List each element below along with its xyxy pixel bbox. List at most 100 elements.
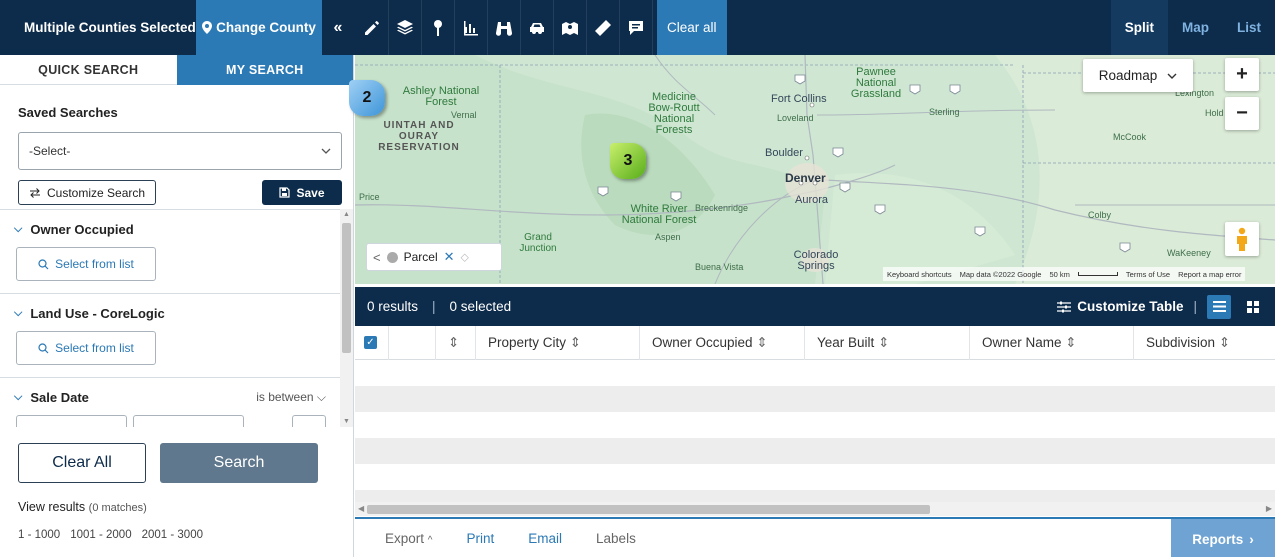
chevron-down-icon: ⌵ <box>14 391 23 403</box>
binoculars-tool-button[interactable] <box>488 0 521 55</box>
filter-scrollbar[interactable]: ▲ ▼ <box>340 209 353 427</box>
scroll-right-arrow-icon[interactable]: ▶ <box>1266 504 1272 513</box>
column-label: Year Built <box>817 335 875 350</box>
pin-tool-button[interactable] <box>422 0 455 55</box>
map-label-medicine-bow: Medicine Bow-Routt National Forests <box>648 91 700 136</box>
selected-count: 0 selected <box>449 299 512 314</box>
car-tool-button[interactable] <box>521 0 554 55</box>
sort-column-header[interactable]: ⇕ <box>436 325 476 360</box>
view-switcher: Split Map List <box>1110 0 1275 55</box>
date-to-input[interactable] <box>133 415 245 427</box>
scroll-left-arrow-icon[interactable]: ◀ <box>358 504 364 513</box>
filter-header[interactable]: ⌵ Owner Occupied <box>14 222 326 237</box>
column-header-owner-occupied[interactable]: Owner Occupied ⇕ <box>640 325 805 360</box>
ruler-tool-button[interactable] <box>587 0 620 55</box>
street-view-pegman[interactable] <box>1225 222 1259 256</box>
labels-button[interactable]: Labels <box>596 531 636 546</box>
sort-icon: ⇕ <box>448 334 460 350</box>
scroll-up-arrow-icon[interactable]: ▲ <box>343 211 350 218</box>
list-view-button[interactable] <box>1207 294 1231 319</box>
export-button[interactable]: Export ^ <box>385 531 433 546</box>
date-operator-value: is between <box>256 390 314 404</box>
reports-button[interactable]: Reports › <box>1171 519 1275 557</box>
column-header-owner-name[interactable]: Owner Name ⇕ <box>970 325 1134 360</box>
grid-view-button[interactable] <box>1241 295 1265 319</box>
reports-label: Reports <box>1192 531 1244 547</box>
range-link[interactable]: 1001 - 2000 <box>70 529 131 541</box>
filter-header[interactable]: ⌵ Sale Date is between ⌵ <box>14 390 326 405</box>
map-label-breckenridge: Breckenridge <box>695 203 749 213</box>
date-picker-button[interactable] <box>292 415 326 427</box>
view-list-button[interactable]: List <box>1223 0 1275 55</box>
change-county-label: Change County <box>216 20 316 35</box>
map-label-boulder: Boulder <box>765 147 803 159</box>
saved-searches-title: Saved Searches <box>18 105 118 120</box>
change-county-button[interactable]: Change County <box>196 0 322 55</box>
range-link[interactable]: 1 - 1000 <box>18 529 60 541</box>
column-header-year-built[interactable]: Year Built ⇕ <box>805 325 970 360</box>
select-from-list-button[interactable]: Select from list <box>16 247 156 281</box>
print-button[interactable]: Print <box>467 531 495 546</box>
customize-search-button[interactable]: Customize Search <box>18 180 157 205</box>
zoom-out-button[interactable]: − <box>1225 97 1259 130</box>
remove-layer-icon[interactable]: ✕ <box>444 249 455 265</box>
scrollbar-thumb[interactable] <box>342 223 351 353</box>
draw-tool-button[interactable] <box>356 0 389 55</box>
clear-all-tools-button[interactable]: Clear all <box>657 0 727 55</box>
date-operator-select[interactable]: is between ⌵ <box>256 390 326 405</box>
saved-search-select[interactable]: -Select- <box>18 132 342 170</box>
filter-header[interactable]: ⌵ Land Use - CoreLogic <box>14 306 326 321</box>
tab-quick-search[interactable]: QUICK SEARCH <box>0 55 177 85</box>
sort-icon: ⇕ <box>1218 334 1231 350</box>
customize-table-button[interactable]: Customize Table <box>1057 299 1183 314</box>
table-horizontal-scrollbar[interactable]: ◀ ▶ <box>355 502 1275 516</box>
range-link[interactable]: 2001 - 3000 <box>142 529 203 541</box>
clear-all-button[interactable]: Clear All <box>18 443 146 483</box>
terms-link[interactable]: Terms of Use <box>1126 270 1170 279</box>
view-map-button[interactable]: Map <box>1168 0 1223 55</box>
filter-title: Sale Date <box>30 390 89 405</box>
counties-selected-label: Multiple Counties Selected <box>0 0 196 55</box>
filter-land-use: ⌵ Land Use - CoreLogic Select from list <box>0 294 340 378</box>
email-button[interactable]: Email <box>528 531 562 546</box>
map-type-dropdown[interactable]: Roadmap <box>1083 59 1193 92</box>
save-search-button[interactable]: Save <box>262 180 342 205</box>
toolbar-divider: | <box>1193 299 1197 314</box>
chevron-left-icon[interactable]: < <box>373 250 381 265</box>
horizontal-scrollbar-thumb[interactable] <box>367 505 930 514</box>
date-range-inputs <box>14 415 326 427</box>
map-label-buena-vista: Buena Vista <box>695 262 744 272</box>
save-search-label: Save <box>296 185 325 200</box>
collapse-panel-button[interactable]: « <box>322 0 354 55</box>
tab-my-search[interactable]: MY SEARCH <box>176 55 353 85</box>
layer-dot-icon <box>386 251 398 263</box>
search-button[interactable]: Search <box>160 443 318 483</box>
scroll-down-arrow-icon[interactable]: ▼ <box>343 418 350 425</box>
layers-tool-button[interactable] <box>389 0 422 55</box>
select-from-list-label: Select from list <box>55 257 134 271</box>
map-view[interactable]: Ashley National Forest Vernal UINTAH AND… <box>355 55 1275 284</box>
pegman-icon <box>1237 227 1247 251</box>
sliders-icon <box>1057 301 1072 312</box>
date-from-input[interactable] <box>16 415 128 427</box>
zoom-in-button[interactable]: + <box>1225 58 1259 91</box>
map-label-aspen: Aspen <box>655 232 681 242</box>
view-split-button[interactable]: Split <box>1110 0 1168 55</box>
comment-tool-button[interactable] <box>620 0 653 55</box>
select-from-list-button[interactable]: Select from list <box>16 331 156 365</box>
scale-bar <box>1077 272 1118 276</box>
select-all-checkbox[interactable]: ✓ <box>364 336 377 349</box>
chart-tool-button[interactable] <box>455 0 488 55</box>
report-error-link[interactable]: Report a map error <box>1178 270 1241 279</box>
map-label-fort-collins: Fort Collins <box>771 93 827 105</box>
column-header-subdivision[interactable]: Subdivision ⇕ <box>1134 326 1275 360</box>
view-results-label: View results <box>18 500 86 514</box>
keyboard-shortcuts-link[interactable]: Keyboard shortcuts <box>887 270 952 279</box>
floppy-disk-icon <box>279 187 291 198</box>
tag-icon[interactable]: ⬦ <box>461 250 469 265</box>
export-label: Export <box>385 530 425 546</box>
map-label-price: Price <box>359 192 380 202</box>
pin-icon <box>434 19 442 36</box>
column-header-property-city[interactable]: Property City ⇕ <box>476 325 640 360</box>
map-marker-tool-button[interactable] <box>554 0 587 55</box>
